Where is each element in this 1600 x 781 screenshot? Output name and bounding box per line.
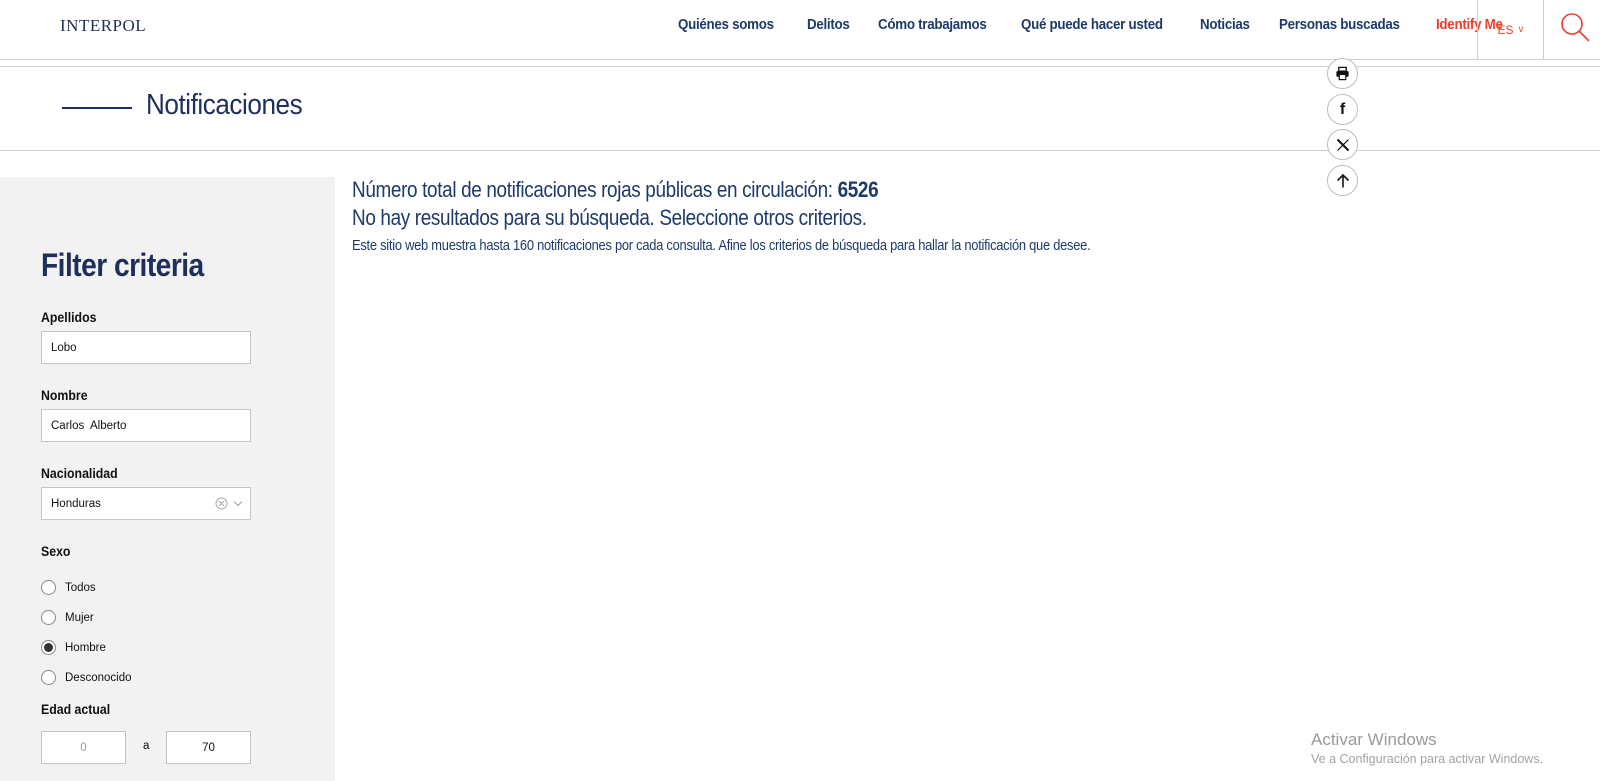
language-selector[interactable]: ES v: [1477, 0, 1544, 59]
radio-button[interactable]: [41, 610, 56, 625]
facebook-icon: f: [1339, 100, 1346, 118]
radio-dot: [44, 643, 53, 652]
windows-activation-title: Activar Windows: [1311, 730, 1437, 749]
clear-icon[interactable]: [215, 497, 228, 510]
radio-label: Desconocido: [65, 671, 132, 684]
results-note: Este sitio web muestra hasta 160 notific…: [352, 237, 1091, 254]
arrow-up-icon: [1336, 173, 1349, 187]
page-title: Notificaciones: [146, 89, 303, 121]
chevron-down-icon: v: [1518, 24, 1524, 35]
radio-todos[interactable]: Todos: [41, 580, 96, 595]
nav-como-trabajamos[interactable]: Cómo trabajamos: [878, 17, 987, 33]
nombre-field[interactable]: Carlos Alberto: [41, 409, 251, 442]
nacionalidad-value: Honduras: [51, 497, 101, 510]
print-icon: [1336, 66, 1349, 81]
nav-noticias[interactable]: Noticias: [1200, 17, 1250, 33]
radio-button-selected[interactable]: [41, 640, 56, 655]
edad-min-input[interactable]: 0: [41, 731, 126, 764]
nav-delitos[interactable]: Delitos: [807, 17, 850, 33]
nacionalidad-select[interactable]: Honduras: [41, 487, 251, 520]
chevron-down-icon: [233, 501, 243, 507]
x-share-button[interactable]: [1327, 129, 1358, 160]
apellidos-field[interactable]: Lobo: [41, 331, 251, 364]
nav-personas-buscadas[interactable]: Personas buscadas: [1279, 17, 1400, 33]
radio-label: Mujer: [65, 611, 94, 624]
filter-sidebar: Filter criteria Apellidos Lobo Nombre Ca…: [0, 177, 335, 781]
total-notices-text: Número total de notificaciones rojas púb…: [352, 177, 879, 203]
apellidos-label: Apellidos: [41, 309, 97, 325]
windows-activation-subtitle: Ve a Configuración para activar Windows.: [1311, 752, 1544, 766]
print-button[interactable]: [1327, 58, 1358, 89]
radio-label: Todos: [65, 581, 96, 594]
total-label: Número total de notificaciones rojas púb…: [352, 177, 838, 202]
radio-hombre[interactable]: Hombre: [41, 640, 106, 655]
x-icon: [1336, 138, 1349, 151]
radio-label: Hombre: [65, 641, 106, 654]
radio-desconocido[interactable]: Desconocido: [41, 670, 131, 685]
interpol-logo[interactable]: INTERPOL: [60, 16, 146, 36]
sexo-label: Sexo: [41, 543, 71, 559]
radio-mujer[interactable]: Mujer: [41, 610, 94, 625]
nav-quienes-somos[interactable]: Quiénes somos: [678, 17, 774, 33]
nombre-label: Nombre: [41, 387, 88, 403]
no-results-message: No hay resultados para su búsqueda. Sele…: [352, 205, 867, 230]
main-nav: Quiénes somos Delitos Cómo trabajamos Qu…: [678, 17, 1533, 33]
nacionalidad-label: Nacionalidad: [41, 465, 118, 481]
language-label: ES: [1497, 22, 1514, 37]
search-icon: [1561, 13, 1590, 42]
edad-label: Edad actual: [41, 701, 111, 717]
site-header: INTERPOL Quiénes somos Delitos Cómo trab…: [0, 0, 1600, 60]
search-button[interactable]: [1558, 10, 1592, 44]
back-to-top-button[interactable]: [1327, 165, 1358, 196]
filter-title: Filter criteria: [41, 247, 204, 283]
nav-que-puede-hacer[interactable]: Qué puede hacer usted: [1021, 17, 1163, 33]
title-dash: [62, 107, 132, 109]
radio-button[interactable]: [41, 580, 56, 595]
total-count: 6526: [837, 177, 879, 202]
radio-button[interactable]: [41, 670, 56, 685]
edad-max-input[interactable]: 70: [166, 731, 251, 764]
facebook-share-button[interactable]: f: [1327, 94, 1358, 125]
page-title-bar: Notificaciones: [0, 67, 1600, 151]
edad-separator: a: [143, 740, 150, 752]
